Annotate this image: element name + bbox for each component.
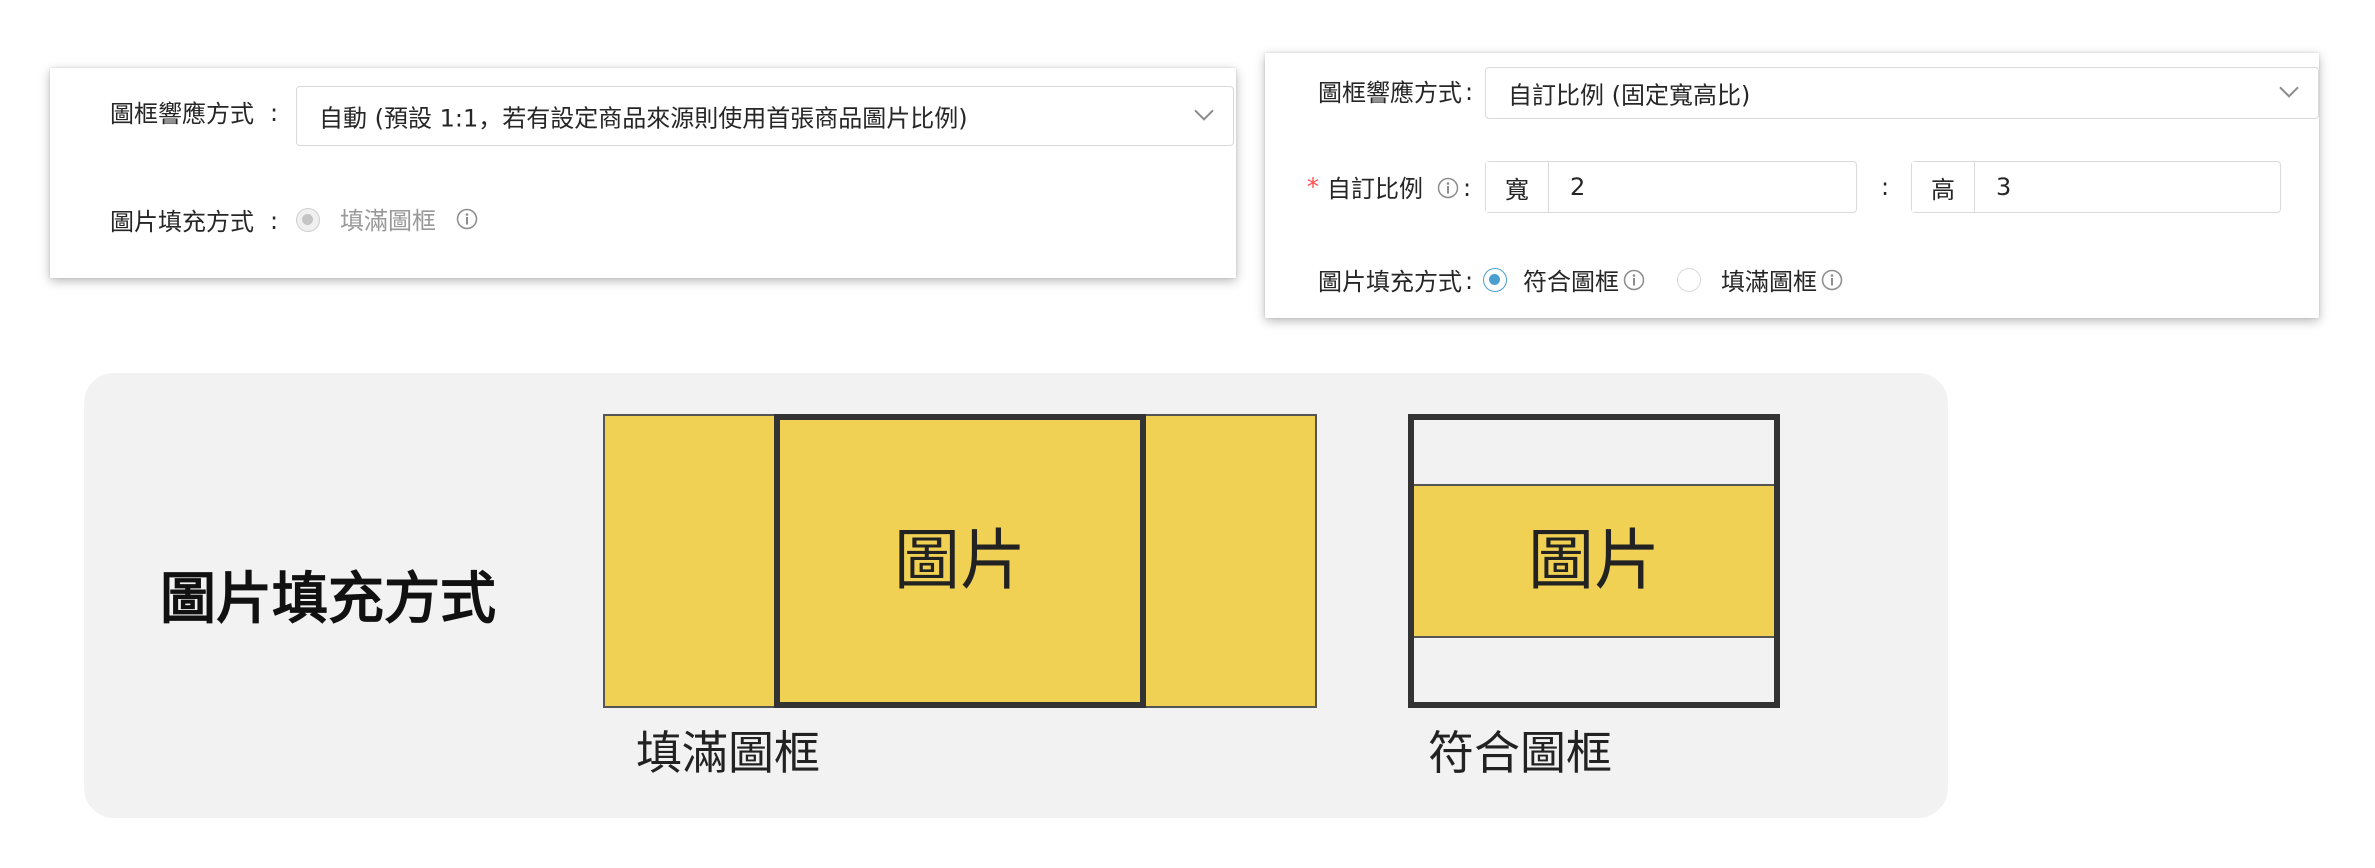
- fill-mode-colon: :: [1465, 267, 1474, 295]
- frame-mode-select-value: 自動 (預設 1:1，若有設定商品來源則使用首張商品圖片比例): [319, 104, 968, 133]
- required-mark: *: [1307, 173, 1319, 201]
- info-icon[interactable]: [456, 208, 478, 230]
- fill-frame-option-label: 填滿圖框: [1721, 268, 1817, 296]
- frame-mode-label: 圖框響應方式: [1318, 79, 1462, 107]
- frame-mode-label: 圖框響應方式: [110, 100, 254, 128]
- fill-mode-colon: :: [270, 207, 279, 235]
- frame-mode-select[interactable]: 自動 (預設 1:1，若有設定商品來源則使用首張商品圖片比例): [296, 86, 1234, 146]
- frame-mode-select-value: 自訂比例 (固定寬高比): [1508, 81, 1751, 110]
- info-icon[interactable]: [1821, 269, 1843, 291]
- fill-image-text: 圖片: [894, 522, 1026, 599]
- diagram-title: 圖片填充方式: [160, 567, 496, 632]
- height-addon: 高: [1912, 162, 1975, 212]
- fit-frame-radio[interactable]: [1483, 268, 1507, 292]
- chevron-down-icon: [1194, 109, 1214, 121]
- fit-image-text: 圖片: [1528, 522, 1660, 599]
- fill-frame-option-label: 填滿圖框: [340, 207, 436, 235]
- fill-frame-caption: 填滿圖框: [636, 726, 820, 780]
- info-icon[interactable]: [1437, 177, 1459, 199]
- fill-frame-radio[interactable]: [1677, 268, 1701, 292]
- fill-frame-radio[interactable]: [296, 208, 320, 232]
- custom-ratio-colon: :: [1463, 174, 1472, 202]
- ratio-separator: :: [1881, 173, 1890, 201]
- width-value: 2: [1570, 173, 1586, 201]
- fill-mode-label: 圖片填充方式: [110, 208, 254, 236]
- height-value: 3: [1996, 173, 2012, 201]
- fit-frame-caption: 符合圖框: [1428, 726, 1612, 780]
- right-settings-panel: 圖框響應方式 : 自訂比例 (固定寬高比) * 自訂比例 : 寬 2 : 高 3…: [1265, 53, 2319, 318]
- frame-mode-colon: :: [270, 99, 279, 127]
- ratio-height-input[interactable]: 高 3: [1911, 161, 2281, 213]
- info-icon[interactable]: [1623, 269, 1645, 291]
- ratio-width-input[interactable]: 寬 2: [1485, 161, 1857, 213]
- frame-mode-colon: :: [1465, 78, 1474, 106]
- width-addon: 寬: [1486, 162, 1549, 212]
- chevron-down-icon: [2279, 86, 2299, 98]
- custom-ratio-label: 自訂比例: [1327, 175, 1423, 203]
- fill-mode-label: 圖片填充方式: [1318, 268, 1462, 296]
- fit-frame-option-label: 符合圖框: [1523, 268, 1619, 296]
- left-settings-panel: 圖框響應方式 : 自動 (預設 1:1，若有設定商品來源則使用首張商品圖片比例)…: [50, 68, 1236, 278]
- frame-mode-select[interactable]: 自訂比例 (固定寬高比): [1485, 67, 2319, 119]
